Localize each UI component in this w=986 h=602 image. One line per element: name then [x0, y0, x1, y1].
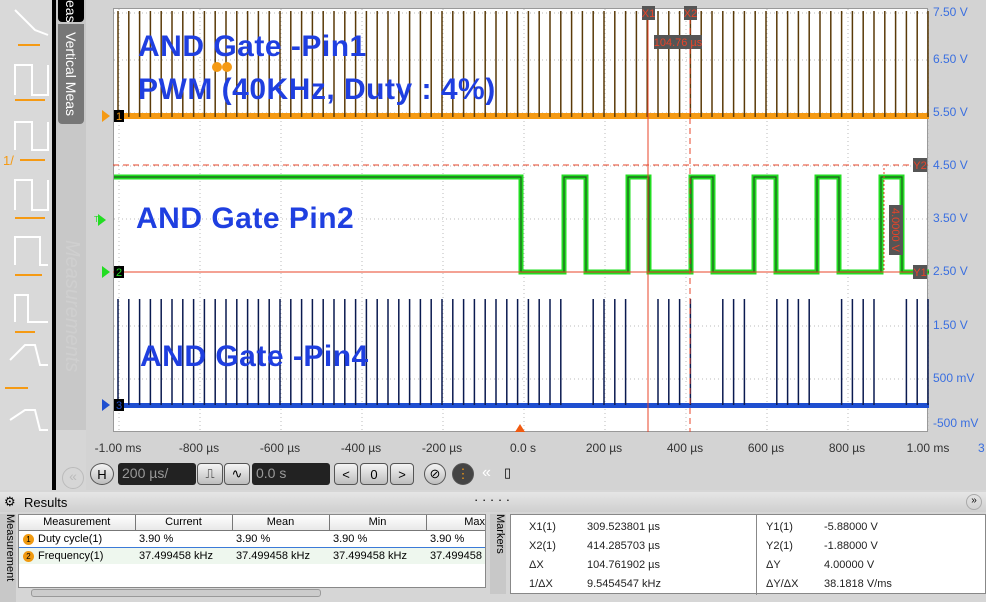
x-axis-label: 1.00 ms	[906, 441, 950, 455]
marker-label: X1(1)	[529, 521, 556, 533]
grid-icon[interactable]: ⋮	[452, 463, 474, 485]
zero-button[interactable]: 0	[360, 463, 388, 485]
table-row[interactable]: 1 Duty cycle(1) 3.90 % 3.90 % 3.90 % 3.90…	[19, 529, 485, 548]
expand-left-button[interactable]: «	[62, 467, 84, 489]
y-axis-label: 1.50 V	[933, 318, 968, 332]
col-measurement[interactable]: Measurement	[19, 515, 136, 531]
current-value: 3.90 %	[135, 529, 232, 548]
col-min[interactable]: Min	[329, 515, 427, 531]
ch1-subtitle: PWM (40KHz, Duty : 4%)	[138, 73, 496, 106]
y-axis-label: 4.50 V	[933, 158, 968, 172]
y-axis-label: 7.50 V	[933, 5, 968, 19]
marker-value: 9.5454547 kHz	[587, 578, 661, 590]
prev-button[interactable]: <	[334, 463, 358, 485]
markers-panel: X1(1) 309.523801 µs X2(1) 414.285703 µs ΔX 10…	[510, 514, 986, 595]
max-value: 37.499458	[426, 547, 485, 564]
measurement-palette: 1/	[0, 0, 52, 490]
drag-handle[interactable]: · · · · ·	[474, 492, 510, 507]
x-axis-label: 200 µs	[585, 441, 623, 455]
ch2-title: AND Gate Pin2	[136, 202, 355, 235]
marker-value: 4.00000 V	[824, 559, 875, 571]
x-axis-label: -600 µs	[259, 441, 301, 455]
timebase-field[interactable]: 200 µs/	[118, 463, 196, 485]
marker-label: 1/ΔX	[529, 578, 553, 590]
mean-value: 37.499458 kHz	[232, 547, 329, 564]
ch3-title: AND Gate -Pin4	[140, 340, 369, 373]
x-axis-extra: 3	[978, 441, 985, 455]
current-value: 37.499458 kHz	[135, 547, 232, 564]
col-current[interactable]: Current	[135, 515, 233, 531]
pin-icon[interactable]: ▯	[504, 465, 511, 481]
gear-icon[interactable]: ⚙	[4, 494, 16, 510]
zoom-icon[interactable]: ⊘	[424, 463, 446, 485]
square-wave-icon[interactable]: ⎍	[197, 463, 223, 485]
horizontal-toolbar: H 200 µs/ ⎍ ∿ 0.0 s < 0 > ⊘ ⋮ « ▯	[86, 460, 526, 488]
x-axis-label: 800 µs	[828, 441, 866, 455]
col-mean[interactable]: Mean	[232, 515, 330, 531]
next-button[interactable]: >	[390, 463, 414, 485]
x-axis-label: 0.0 s	[509, 441, 537, 455]
sine-wave-icon[interactable]: ∿	[224, 463, 250, 485]
y-axis-label: 2.50 V	[933, 264, 968, 278]
min-value: 37.499458 kHz	[329, 547, 426, 564]
badge: 1	[23, 533, 34, 545]
horizontal-scrollbar[interactable]	[31, 589, 321, 597]
marker-label: Y2(1)	[766, 540, 793, 552]
mean-value: 3.90 %	[232, 529, 329, 548]
measurement-table: Measurement Current Mean Min Max 1 Duty c…	[18, 514, 486, 597]
divider	[756, 515, 757, 595]
svg-text:1/: 1/	[3, 153, 14, 168]
x-axis-label: -400 µs	[340, 441, 382, 455]
y-axis-label: 3.50 V	[933, 211, 968, 225]
results-panel: ⚙ Results · · · · · Measurement Measurem…	[0, 492, 986, 602]
y-axis-label: 500 mV	[933, 371, 975, 385]
tab-vertical-meas[interactable]: Vertical Meas	[58, 24, 84, 124]
x-axis-label: 600 µs	[747, 441, 785, 455]
marker-value: 104.761902 µs	[587, 559, 661, 571]
y-axis-label: 5.50 V	[933, 105, 968, 119]
col-max[interactable]: Max	[426, 515, 485, 531]
marker-value: 414.285703 µs	[587, 540, 661, 552]
collapse-panel-button[interactable]: »	[966, 494, 982, 510]
results-header: ⚙ Results · · · · ·	[0, 492, 986, 512]
marker-value: 309.523801 µs	[587, 521, 661, 533]
marker-value: -5.88000 V	[824, 521, 878, 533]
results-title: Results	[24, 495, 68, 510]
horizontal-button[interactable]: H	[90, 463, 114, 485]
tab-meas[interactable]: eas	[58, 0, 84, 22]
collapse-icon[interactable]: «	[482, 464, 491, 482]
y-axis-label: -500 mV	[933, 416, 979, 430]
position-field[interactable]: 0.0 s	[252, 463, 330, 485]
x-axis-label: -800 µs	[178, 441, 220, 455]
max-value: 3.90 %	[426, 529, 485, 548]
marker-value: 38.1818 V/ms	[824, 578, 892, 590]
marker-value: -1.88000 V	[824, 540, 878, 552]
marker-label: ΔY	[766, 559, 781, 571]
measurement-type-icons[interactable]: 1/	[0, 0, 52, 490]
tab-markers[interactable]: Markers	[490, 514, 506, 594]
marker-label: Y1(1)	[766, 521, 793, 533]
ch1-title: AND Gate -Pin1	[138, 30, 367, 63]
badge: 2	[23, 550, 34, 562]
measurements-watermark: Measurements	[61, 240, 83, 373]
marker-label: ΔX	[529, 559, 544, 571]
x-axis-label: -200 µs	[421, 441, 463, 455]
marker-label: X2(1)	[529, 540, 556, 552]
table-row[interactable]: 2 Frequency(1) 37.499458 kHz 37.499458 kH…	[19, 547, 485, 564]
measurement-name: Duty cycle(1)	[38, 532, 103, 545]
marker-label: ΔY/ΔX	[766, 578, 799, 590]
min-value: 3.90 %	[329, 529, 426, 548]
x-axis-label: -1.00 ms	[94, 441, 142, 455]
tab-measurement[interactable]: Measurement	[0, 514, 16, 602]
x-axis-label: 400 µs	[666, 441, 704, 455]
y-axis-label: 6.50 V	[933, 52, 968, 66]
measurement-name: Frequency(1)	[38, 549, 104, 562]
